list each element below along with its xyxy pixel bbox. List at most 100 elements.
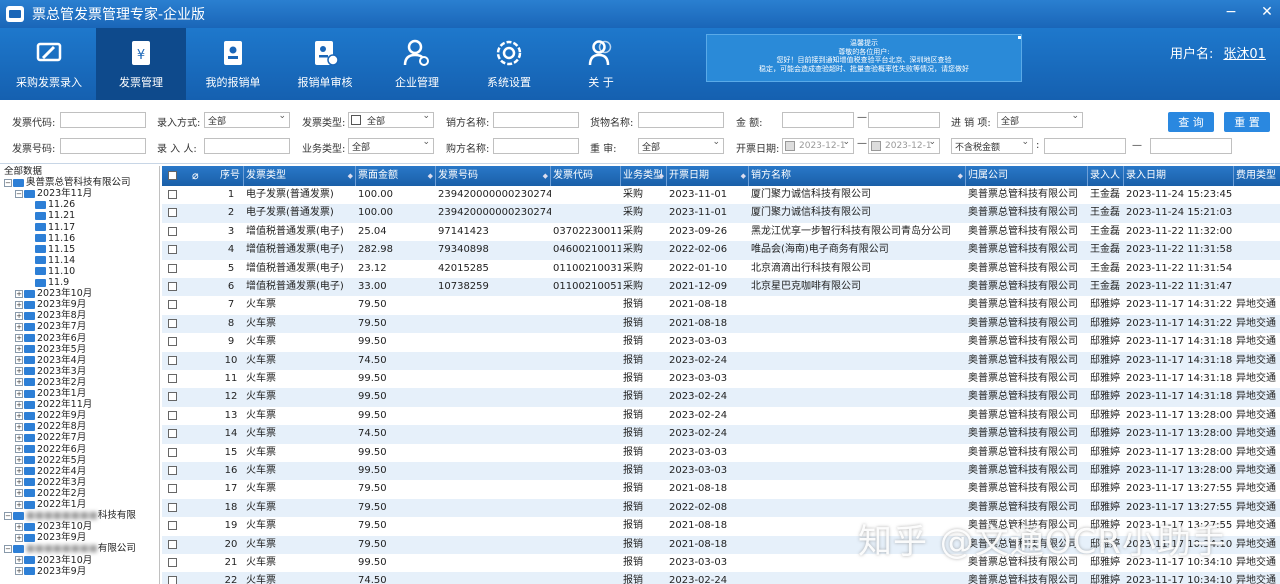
toolbar-item-6[interactable]: 关 于: [556, 28, 646, 100]
row-checkbox[interactable]: [168, 245, 177, 255]
column-header[interactable]: 发票号码 ◆: [436, 166, 551, 186]
tree-node[interactable]: − ■■■■■■■■ 有限公司: [4, 543, 136, 554]
tree-expander-icon[interactable]: +: [15, 345, 23, 354]
column-header[interactable]: 费用类型: [1234, 166, 1280, 186]
row-checkbox[interactable]: [168, 466, 177, 475]
row-checkbox[interactable]: [168, 318, 177, 328]
tree-expander-icon[interactable]: +: [15, 411, 23, 420]
row-checkbox[interactable]: [168, 337, 177, 347]
column-header[interactable]: 销方名称 ◆: [749, 166, 966, 186]
tree-expander-icon[interactable]: +: [15, 489, 23, 498]
table-row[interactable]: 16 火车票 99.50 报销 2023-03-03 奥普票总管科技有限公司 邸雅婷 2023…: [162, 462, 1280, 481]
column-header[interactable]: 录入日期: [1124, 166, 1234, 186]
tree-node[interactable]: +2022年7月: [15, 432, 86, 443]
tree-node[interactable]: +2023年9月: [15, 566, 86, 577]
invoice-no-input[interactable]: [60, 138, 146, 154]
tree-node[interactable]: − 2023年11月: [15, 188, 92, 199]
tree-node[interactable]: +2022年11月: [15, 399, 92, 410]
table-row[interactable]: 13 火车票 99.50 报销 2023-02-24 奥普票总管科技有限公司 邸雅婷 2023…: [162, 407, 1280, 425]
tree-node[interactable]: +2022年1月: [15, 499, 86, 510]
tree-node[interactable]: 11.16: [35, 233, 75, 244]
table-row[interactable]: 8 火车票 79.50 报销 2021-08-18 奥普票总管科技有限公司 邸雅婷 2023-…: [162, 314, 1280, 334]
row-checkbox[interactable]: [168, 502, 177, 512]
tree-node[interactable]: +2023年9月: [15, 532, 86, 543]
toolbar-item-1[interactable]: ¥ 发票管理: [96, 28, 186, 100]
input-item-select[interactable]: 全部: [997, 112, 1083, 128]
row-checkbox[interactable]: [168, 263, 177, 273]
tree-expander-icon[interactable]: +: [15, 500, 23, 509]
sort-icon[interactable]: ◆: [958, 166, 963, 186]
seller-input[interactable]: [493, 112, 579, 128]
amount-max-input[interactable]: [868, 112, 940, 128]
row-checkbox[interactable]: [168, 558, 177, 567]
column-header[interactable]: 序号: [218, 166, 244, 186]
row-checkbox[interactable]: [168, 539, 177, 549]
buyer-input[interactable]: [493, 138, 579, 154]
column-header[interactable]: 业务类型 ◆: [621, 166, 667, 186]
sort-icon[interactable]: ◆: [659, 166, 664, 186]
table-row[interactable]: 1 电子发票(普通发票) 100.00 23942000000023027439 采购 2…: [162, 186, 1280, 204]
column-header[interactable]: 票面金额 ◆: [356, 166, 436, 186]
date-to-checkbox[interactable]: [871, 141, 881, 151]
tree-node[interactable]: +2022年5月: [15, 455, 86, 466]
tree-expander-icon[interactable]: +: [15, 311, 23, 320]
user-name-link[interactable]: 张沐01: [1223, 47, 1266, 62]
row-checkbox[interactable]: [168, 374, 177, 383]
column-header[interactable]: 发票类型 ◆: [244, 166, 356, 186]
entry-method-select[interactable]: 全部: [204, 112, 290, 128]
table-row[interactable]: 22 火车票 74.50 报销 2023-02-24 奥普票总管科技有限公司 邸雅婷 2023…: [162, 572, 1280, 584]
table-row[interactable]: 15 火车票 99.50 报销 2023-03-03 奥普票总管科技有限公司 邸雅婷 2023…: [162, 444, 1280, 462]
amount-min-input[interactable]: [782, 112, 854, 128]
tree-expander-icon[interactable]: +: [15, 378, 23, 387]
tree-node[interactable]: +2022年6月: [15, 444, 86, 455]
tree-node[interactable]: +2022年8月: [15, 421, 86, 432]
table-row[interactable]: 3 增值税普通发票(电子) 25.04 97141423 037022300111采购 2…: [162, 223, 1280, 241]
tree-node[interactable]: +2023年4月: [15, 355, 86, 366]
select-all-checkbox[interactable]: [168, 171, 177, 180]
tree-expander-icon[interactable]: +: [15, 433, 23, 442]
table-row[interactable]: 6 增值税普通发票(电子) 33.00 10738259 011002100511采购 2…: [162, 278, 1280, 297]
tree-node[interactable]: 全部数据: [4, 166, 42, 177]
tree-node[interactable]: +2023年5月: [15, 344, 86, 355]
table-row[interactable]: 11 火车票 99.50 报销 2023-03-03 奥普票总管科技有限公司 邸雅婷 2023…: [162, 370, 1280, 388]
row-checkbox[interactable]: [168, 521, 177, 531]
tree-node[interactable]: 11.15: [35, 244, 75, 255]
row-checkbox[interactable]: [168, 190, 177, 199]
tree-node[interactable]: 11.14: [35, 255, 75, 266]
toolbar-item-0[interactable]: 采购发票录入: [4, 28, 94, 100]
date-from-checkbox[interactable]: [785, 141, 795, 151]
tax-amount-select[interactable]: 不含税金额: [951, 138, 1033, 154]
table-row[interactable]: 17 火车票 79.50 报销 2021-08-18 奥普票总管科技有限公司 邸雅婷 2023…: [162, 480, 1280, 498]
row-checkbox[interactable]: [168, 410, 177, 420]
tree-expander-icon[interactable]: +: [15, 400, 23, 409]
reset-button[interactable]: 重 置: [1224, 112, 1270, 132]
tax-min-input[interactable]: [1044, 138, 1126, 154]
table-row[interactable]: 2 电子发票(普通发票) 100.00 23942000000023027439 采购 2…: [162, 204, 1280, 223]
tax-max-input[interactable]: [1150, 138, 1232, 154]
tree-expander-icon[interactable]: +: [15, 445, 23, 453]
tree-expander-icon[interactable]: +: [15, 389, 23, 398]
tree-node[interactable]: − 奥普票总管科技有限公司: [4, 177, 131, 188]
invoice-type-checkbox[interactable]: [351, 115, 361, 125]
row-checkbox[interactable]: [168, 208, 177, 218]
table-row[interactable]: 12 火车票 99.50 报销 2023-02-24 奥普票总管科技有限公司 邸雅婷 2023…: [162, 388, 1280, 407]
tree-node[interactable]: − ■■■■■■■■ 科技有限: [4, 510, 136, 521]
tree-node[interactable]: +2023年10月: [15, 555, 92, 566]
toolbar-item-5[interactable]: 系统设置: [464, 28, 554, 100]
tree-expander-icon[interactable]: +: [15, 533, 23, 542]
tree-node[interactable]: +2023年3月: [15, 366, 86, 377]
tree-expander-icon[interactable]: +: [15, 467, 23, 476]
tree-node[interactable]: 11.21: [35, 210, 75, 221]
entry-person-input[interactable]: [204, 138, 290, 154]
row-checkbox[interactable]: [168, 447, 177, 457]
tree-node[interactable]: 11.17: [35, 222, 75, 233]
tree-node[interactable]: +2023年1月: [15, 388, 86, 399]
close-icon[interactable]: ✕: [1260, 4, 1274, 20]
tree-expander-icon[interactable]: −: [4, 178, 12, 187]
tree-node[interactable]: 11.10: [35, 266, 75, 277]
sort-icon[interactable]: ◆: [543, 166, 548, 186]
tree-expander-icon[interactable]: +: [15, 322, 23, 331]
tree-expander-icon[interactable]: −: [4, 511, 12, 520]
toolbar-item-2[interactable]: 我的报销单: [188, 28, 278, 100]
sort-icon[interactable]: ◆: [741, 166, 746, 186]
